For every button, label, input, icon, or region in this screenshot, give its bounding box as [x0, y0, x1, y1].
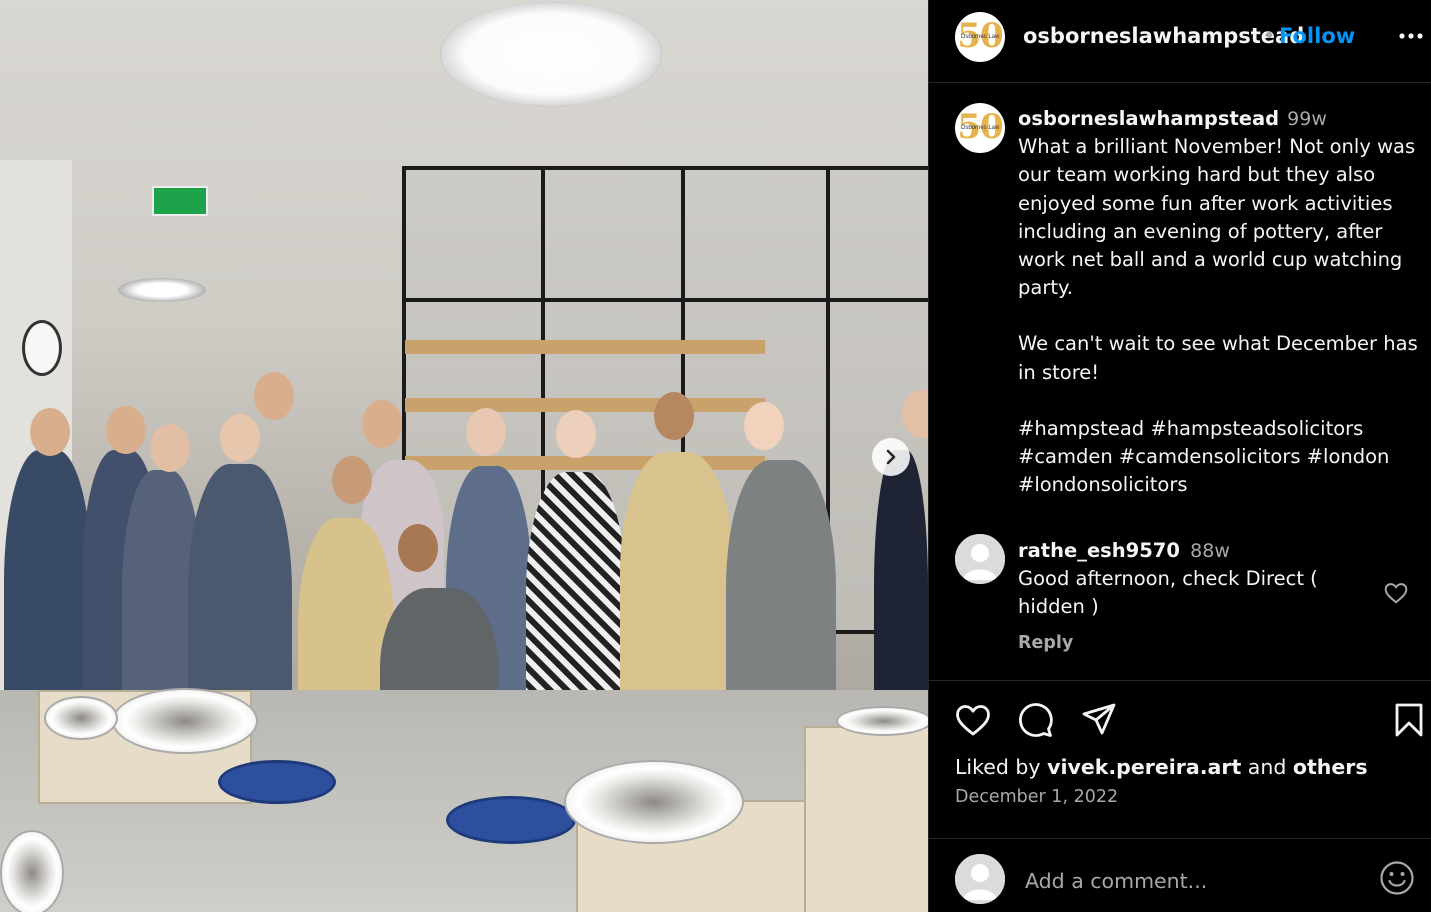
person-head: [466, 408, 506, 456]
caption-text: What a brilliant November! Not only was o…: [1018, 133, 1424, 499]
person-head: [398, 524, 438, 572]
comment-heart-icon[interactable]: [1383, 580, 1409, 606]
comment-username[interactable]: rathe_esh9570: [1018, 539, 1180, 562]
heart-icon[interactable]: [953, 700, 993, 740]
comment-text-line: hidden ): [1018, 595, 1099, 619]
caption-line: #camden #camdensolicitors #london: [1018, 445, 1390, 469]
actions-divider: [929, 680, 1431, 681]
bookmark-icon[interactable]: [1389, 700, 1429, 740]
pottery-wheel: [564, 760, 744, 844]
person-head: [30, 408, 70, 456]
avatar-logo-brand: Osbornes Law: [960, 34, 1000, 40]
person-head: [150, 424, 190, 472]
post-caption: osborneslawhampstead 99w What a brilliant…: [1018, 105, 1424, 499]
profile-avatar[interactable]: 50 Osbornes Law: [955, 12, 1005, 62]
caption-line: #londonsolicitors: [1018, 473, 1188, 497]
pottery-table: [804, 726, 928, 912]
pottery-wheel: [836, 706, 928, 736]
blue-stool: [446, 796, 576, 844]
post-photo[interactable]: [0, 0, 928, 912]
post-side-panel: 50 Osbornes Law osborneslawhampstead • F…: [928, 0, 1431, 912]
caption-line: party.: [1018, 276, 1073, 300]
post-date[interactable]: December 1, 2022: [955, 787, 1118, 807]
caption-line: #hampstead #hampsteadsolicitors: [1018, 416, 1364, 440]
default-user-icon: [955, 534, 1005, 584]
pottery-wheel: [0, 830, 64, 912]
person-head: [902, 390, 928, 438]
chevron-right-icon: [886, 449, 896, 465]
comment-timestamp[interactable]: 88w: [1190, 540, 1230, 562]
caption-blank-line: [1018, 387, 1424, 415]
pendant-lamp: [118, 278, 206, 302]
blue-stool: [218, 760, 336, 804]
person-head: [654, 392, 694, 440]
avatar-logo-brand: Osbornes Law: [960, 125, 1000, 131]
caption-line: including an evening of pottery, after: [1018, 219, 1383, 243]
caption-avatar[interactable]: 50 Osbornes Law: [955, 103, 1005, 153]
caption-timestamp[interactable]: 99w: [1287, 108, 1327, 130]
person-head: [106, 406, 146, 454]
smiley-icon[interactable]: [1379, 860, 1415, 896]
header-separator: •: [1263, 24, 1276, 48]
comment-bubble-icon[interactable]: [1015, 700, 1055, 740]
person-head: [744, 402, 784, 450]
wall-clock: [22, 320, 62, 376]
add-comment-divider: [929, 838, 1431, 839]
likes-user[interactable]: vivek.pereira.art: [1047, 755, 1241, 779]
likes-middle: and: [1247, 755, 1287, 779]
add-comment-input[interactable]: [1023, 862, 1357, 900]
reply-button[interactable]: Reply: [1018, 633, 1073, 653]
more-horizontal-icon[interactable]: [1397, 22, 1425, 50]
caption-username[interactable]: osborneslawhampstead: [1018, 107, 1279, 130]
paper-plane-icon[interactable]: [1079, 700, 1119, 740]
current-user-avatar: [955, 854, 1005, 904]
comment-item: rathe_esh9570 88w Good afternoon, check …: [1018, 537, 1388, 622]
caption-blank-line: [1018, 302, 1424, 330]
next-image-button[interactable]: [872, 438, 910, 476]
caption-line: in store!: [1018, 360, 1100, 384]
post-header: 50 Osbornes Law osborneslawhampstead • F…: [929, 0, 1431, 83]
caption-line: enjoyed some fun after work activities: [1018, 191, 1393, 215]
pottery-wheel: [112, 688, 258, 754]
person-head: [362, 400, 402, 448]
caption-line: What a brilliant November! Not only was: [1018, 135, 1416, 159]
commenter-avatar[interactable]: [955, 534, 1005, 584]
likes-summary: Liked by vivek.pereira.art and others: [955, 755, 1368, 779]
exit-sign: [152, 186, 208, 216]
caption-line: We can't wait to see what December has: [1018, 332, 1418, 356]
comment-text-line: Good afternoon, check Direct (: [1018, 567, 1318, 591]
default-user-icon: [955, 854, 1005, 904]
clay-bowl: [44, 696, 118, 740]
caption-line: work net ball and a world cup watching: [1018, 248, 1403, 272]
likes-prefix: Liked by: [955, 755, 1041, 779]
ceiling-light: [440, 2, 662, 106]
likes-others[interactable]: others: [1293, 755, 1368, 779]
person-head: [220, 414, 260, 462]
follow-button[interactable]: Follow: [1279, 24, 1355, 48]
person-head: [254, 372, 294, 420]
person-head: [332, 456, 372, 504]
person-head: [556, 410, 596, 458]
caption-line: our team working hard but they also: [1018, 163, 1376, 187]
pottery-shelves: [405, 340, 765, 354]
